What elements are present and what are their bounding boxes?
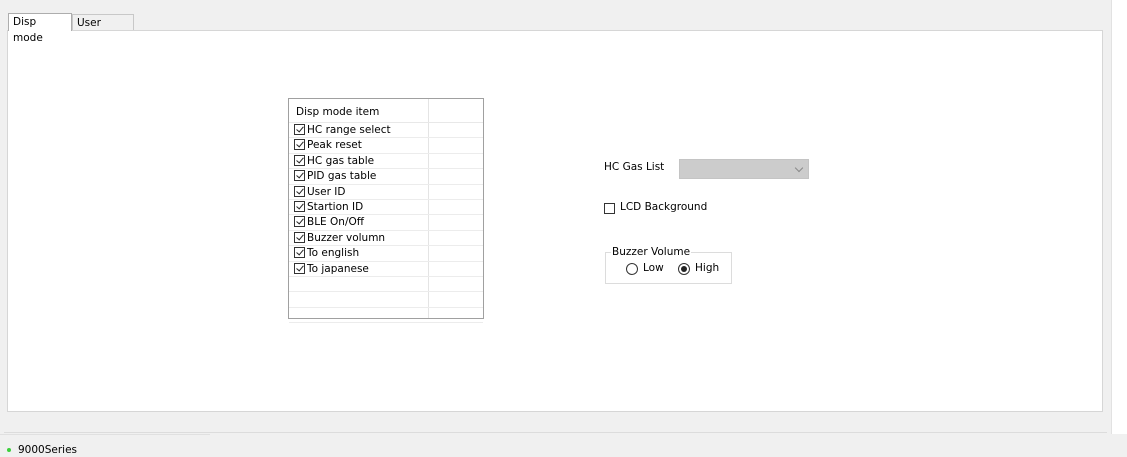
item-label: User ID	[307, 185, 346, 198]
item-label: HC gas table	[307, 154, 375, 167]
empty-row	[289, 277, 483, 293]
list-item[interactable]: Peak reset	[289, 138, 483, 154]
item-checkbox[interactable]	[294, 201, 305, 212]
list-item[interactable]: To japanese	[289, 262, 483, 277]
hc-gas-list-combobox[interactable]	[679, 159, 809, 179]
item-label: PID gas table	[307, 170, 377, 183]
item-checkbox[interactable]	[294, 124, 305, 135]
item-checkbox[interactable]	[294, 170, 305, 182]
item-checkbox[interactable]	[294, 139, 305, 151]
item-label: HC range select	[307, 124, 391, 136]
list-item[interactable]: PID gas table	[289, 169, 483, 185]
tab-user-mode[interactable]: User mode	[72, 14, 134, 45]
hc-gas-list-label: HC Gas List	[604, 161, 665, 173]
list-item[interactable]: Buzzer volumn	[289, 231, 483, 247]
list-item[interactable]: To english	[289, 246, 483, 262]
status-bar: 9000Series	[0, 434, 1127, 457]
lcd-background-checkbox[interactable]	[604, 203, 615, 214]
status-text: 9000Series	[18, 444, 78, 456]
item-label: Startion ID	[307, 201, 364, 213]
item-label: Peak reset	[307, 139, 362, 152]
list-item[interactable]: HC gas table	[289, 154, 483, 170]
item-label: BLE On/Off	[307, 216, 364, 229]
item-checkbox[interactable]	[294, 216, 305, 228]
buzzer-low-radio[interactable]	[626, 263, 638, 275]
list-item[interactable]: User ID	[289, 185, 483, 200]
item-checkbox[interactable]	[294, 185, 305, 197]
list-item[interactable]: BLE On/Off	[289, 215, 483, 231]
disp-mode-item-list[interactable]: Disp mode item HC range select Peak reset…	[288, 98, 484, 324]
item-checkbox[interactable]	[294, 154, 305, 166]
list-item[interactable]: HC range select	[289, 123, 483, 139]
buzzer-high-radio[interactable]	[678, 263, 690, 275]
status-divider	[0, 434, 210, 435]
empty-row	[289, 308, 483, 324]
item-label: To japanese	[307, 262, 369, 275]
item-label: To english	[307, 247, 360, 260]
item-label: Buzzer volumn	[307, 231, 386, 244]
item-checkbox[interactable]	[294, 262, 305, 274]
horizontal-divider	[4, 432, 1107, 433]
buzzer-volume-legend: Buzzer Volume	[611, 245, 692, 259]
item-checkbox[interactable]	[294, 247, 305, 259]
lcd-background-label: LCD Background	[620, 201, 708, 213]
item-checkbox[interactable]	[294, 231, 305, 243]
status-dot-icon	[7, 448, 11, 452]
buzzer-high-label: High	[695, 262, 720, 274]
tab-disp-mode[interactable]: Disp mode	[8, 13, 72, 44]
empty-row	[289, 292, 483, 308]
buzzer-low-label: Low	[643, 262, 664, 274]
buzzer-volume-group: Buzzer Volume Low High	[605, 245, 732, 284]
window-right-edge	[1111, 0, 1127, 434]
tab-panel	[7, 30, 1103, 412]
chevron-down-icon[interactable]	[794, 163, 804, 173]
list-header: Disp mode item	[296, 106, 380, 118]
list-item[interactable]: Startion ID	[289, 200, 483, 216]
